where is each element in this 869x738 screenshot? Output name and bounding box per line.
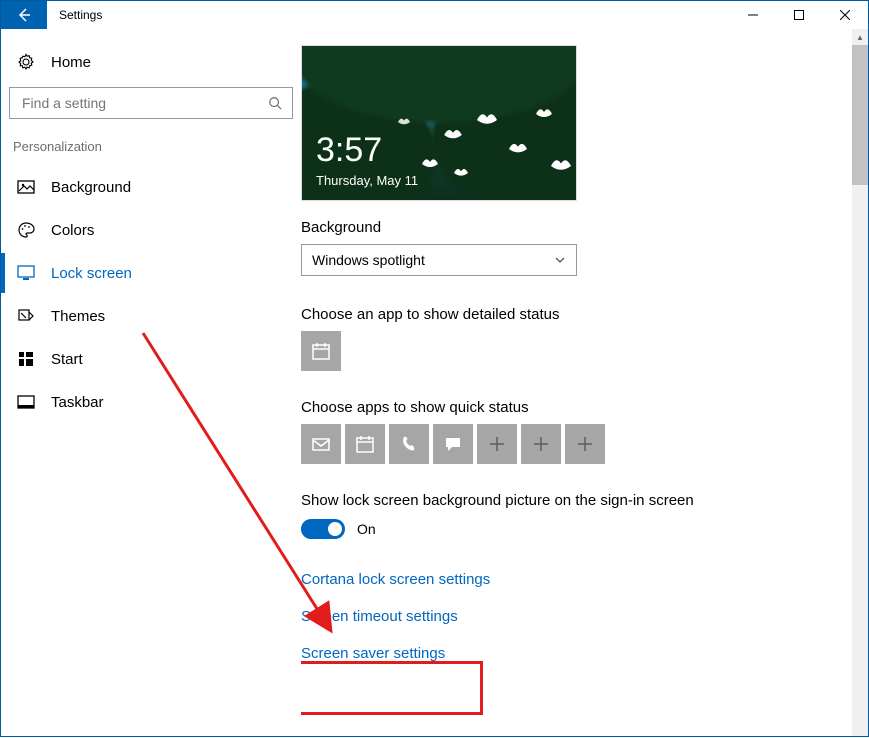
sidebar-item-label: Colors xyxy=(51,222,94,239)
scrollbar-thumb[interactable] xyxy=(852,45,868,185)
themes-icon xyxy=(17,307,35,325)
picture-icon xyxy=(17,178,35,196)
plus-icon xyxy=(488,435,506,453)
quick-status-add-tile[interactable] xyxy=(521,424,561,464)
background-label: Background xyxy=(301,219,848,236)
preview-time: 3:57 xyxy=(316,131,382,170)
lockscreen-icon xyxy=(17,264,35,282)
sidebar-item-themes[interactable]: Themes xyxy=(9,296,293,336)
quick-status-label: Choose apps to show quick status xyxy=(301,399,848,416)
sidebar-item-label: Lock screen xyxy=(51,265,132,282)
dove-icon xyxy=(548,156,574,176)
minimize-icon xyxy=(748,10,758,20)
calendar-icon xyxy=(355,434,375,454)
maximize-icon xyxy=(794,10,804,20)
close-icon xyxy=(840,10,850,20)
scrollbar-track[interactable]: ▲ xyxy=(852,29,868,736)
sidebar-item-label: Taskbar xyxy=(51,394,104,411)
quick-status-add-tile[interactable] xyxy=(565,424,605,464)
toggle-knob xyxy=(328,522,342,536)
sidebar-item-start[interactable]: Start xyxy=(9,339,293,379)
signin-toggle-state: On xyxy=(357,521,376,537)
sidebar: Home Personalization Background Colors L… xyxy=(1,29,301,736)
back-button[interactable] xyxy=(1,1,47,29)
sidebar-item-label: Themes xyxy=(51,308,105,325)
search-box[interactable] xyxy=(9,87,293,119)
scrollbar-up-button[interactable]: ▲ xyxy=(852,29,868,45)
signin-toggle[interactable] xyxy=(301,519,345,539)
titlebar: Settings xyxy=(1,1,868,29)
titlebar-spacer xyxy=(114,1,730,29)
dove-icon xyxy=(442,126,464,144)
quick-status-tile-messaging[interactable] xyxy=(433,424,473,464)
window-title: Settings xyxy=(47,1,114,29)
chevron-down-icon xyxy=(554,254,566,266)
preview-date: Thursday, May 11 xyxy=(316,173,418,188)
quick-status-add-tile[interactable] xyxy=(477,424,517,464)
dove-icon xyxy=(534,106,554,122)
phone-icon xyxy=(399,434,419,454)
start-icon xyxy=(17,350,35,368)
search-icon xyxy=(268,96,282,110)
link-screen-saver[interactable]: Screen saver settings xyxy=(301,645,445,662)
main-content: 3:57 Thursday, May 11 Background Windows… xyxy=(301,29,868,736)
calendar-icon xyxy=(311,341,331,361)
quick-status-tile-mail[interactable] xyxy=(301,424,341,464)
section-header: Personalization xyxy=(9,133,293,164)
dove-icon xyxy=(452,166,470,180)
sidebar-item-background[interactable]: Background xyxy=(9,167,293,207)
search-input[interactable] xyxy=(20,94,268,112)
chat-icon xyxy=(443,434,463,454)
maximize-button[interactable] xyxy=(776,1,822,29)
gear-icon xyxy=(17,53,35,71)
background-selected-value: Windows spotlight xyxy=(312,252,425,268)
signin-toggle-label: Show lock screen background picture on t… xyxy=(301,492,721,509)
sidebar-item-lock-screen[interactable]: Lock screen xyxy=(9,253,293,293)
dove-icon xyxy=(396,116,412,128)
plus-icon xyxy=(532,435,550,453)
sidebar-item-taskbar[interactable]: Taskbar xyxy=(9,382,293,422)
link-cortana-settings[interactable]: Cortana lock screen settings xyxy=(301,571,490,588)
link-screen-timeout[interactable]: Screen timeout settings xyxy=(301,608,458,625)
home-button[interactable]: Home xyxy=(9,47,293,77)
plus-icon xyxy=(576,435,594,453)
quick-status-tile-calendar[interactable] xyxy=(345,424,385,464)
close-button[interactable] xyxy=(822,1,868,29)
detailed-status-app-tile[interactable] xyxy=(301,331,341,371)
home-label: Home xyxy=(51,54,91,71)
lock-screen-preview[interactable]: 3:57 Thursday, May 11 xyxy=(301,45,577,201)
palette-icon xyxy=(17,221,35,239)
mail-icon xyxy=(311,434,331,454)
sidebar-item-label: Start xyxy=(51,351,83,368)
dove-icon xyxy=(420,156,440,172)
taskbar-icon xyxy=(17,393,35,411)
dove-icon xyxy=(474,110,500,130)
sidebar-item-colors[interactable]: Colors xyxy=(9,210,293,250)
arrow-left-icon xyxy=(16,7,32,23)
minimize-button[interactable] xyxy=(730,1,776,29)
detailed-status-label: Choose an app to show detailed status xyxy=(301,306,848,323)
background-dropdown[interactable]: Windows spotlight xyxy=(301,244,577,276)
sidebar-item-label: Background xyxy=(51,179,131,196)
dove-icon xyxy=(506,140,530,158)
quick-status-tile-phone[interactable] xyxy=(389,424,429,464)
